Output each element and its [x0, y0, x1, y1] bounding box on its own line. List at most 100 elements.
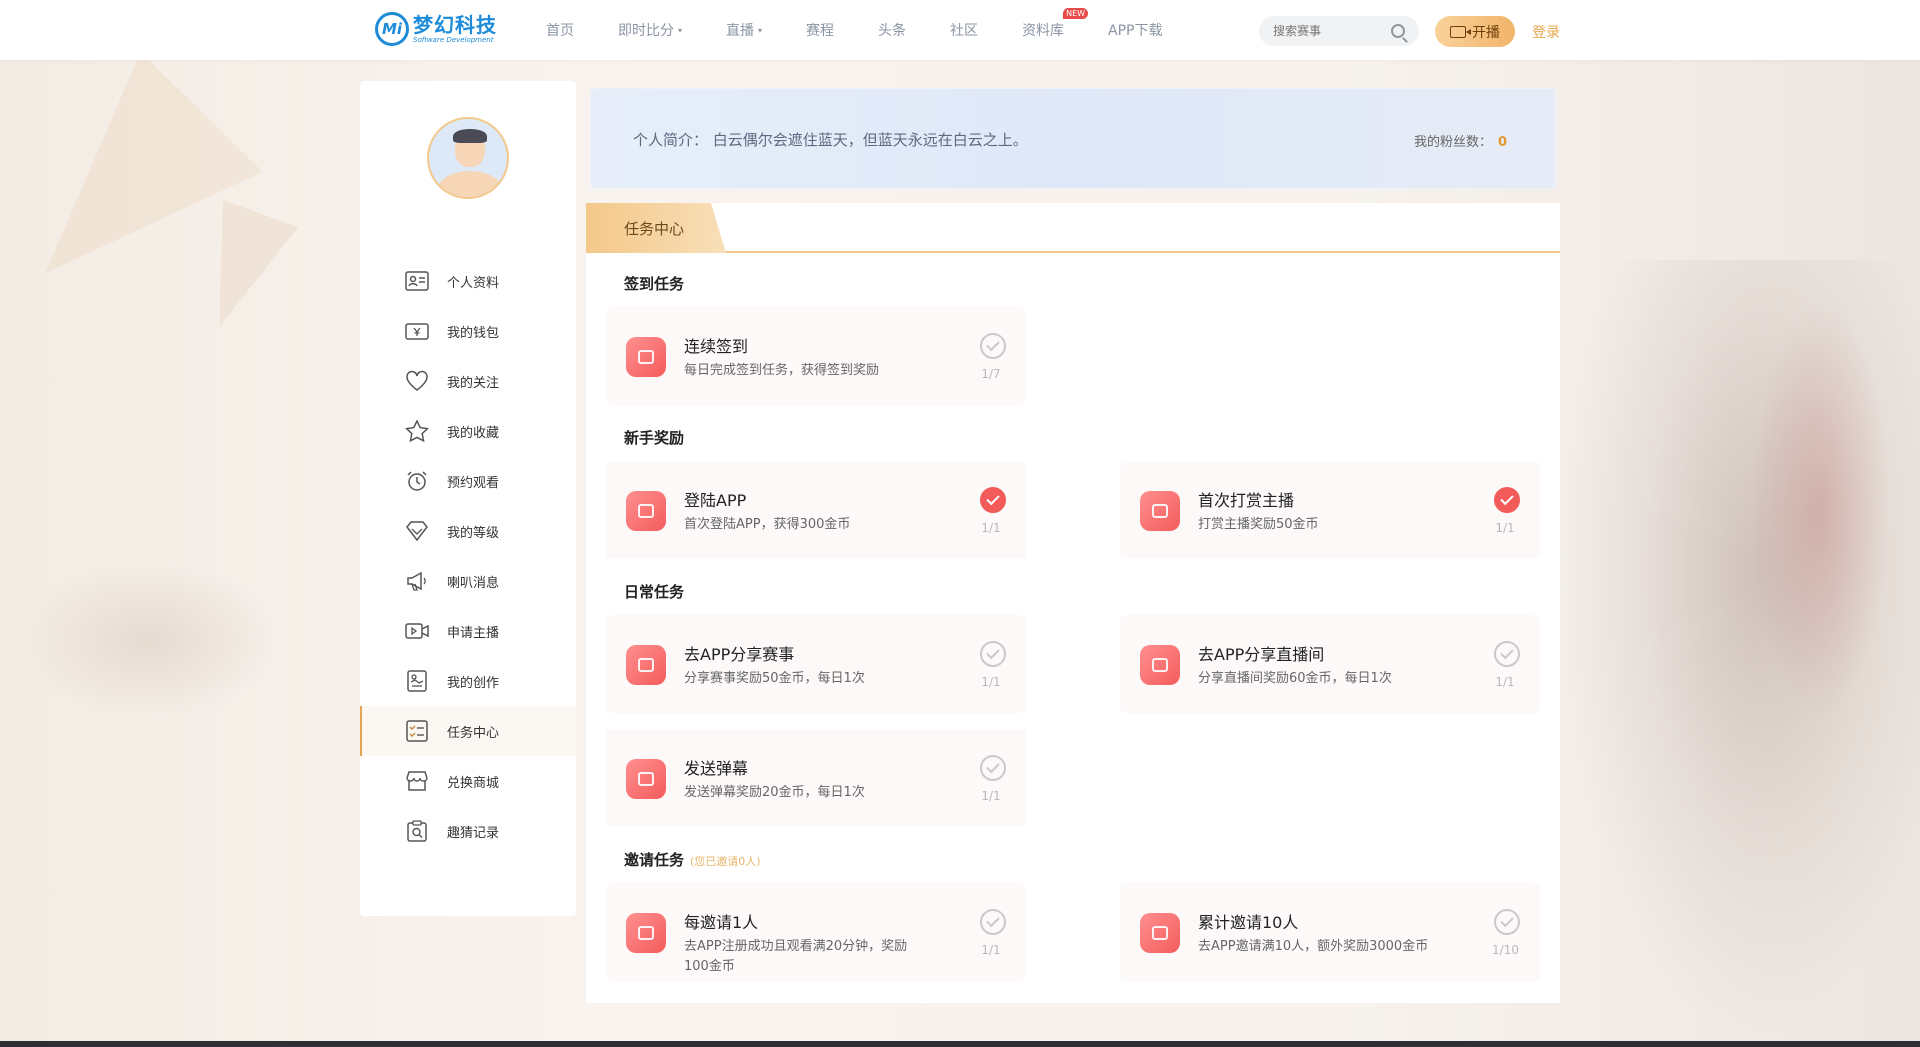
sidebar-item-label: 申请主播: [447, 625, 500, 641]
task-card-invite-ten[interactable]: 累计邀请10人 去APP邀请满10人，额外奖励3000金币 1/10: [1120, 883, 1540, 981]
nav-community[interactable]: 社区: [950, 20, 978, 40]
app-icon: [626, 491, 666, 531]
login-link[interactable]: 登录: [1532, 22, 1560, 42]
nav-schedule[interactable]: 赛程: [806, 20, 834, 40]
task-card-send-danmaku[interactable]: 发送弹幕 发送弹幕奖励20金币，每日1次 1/1: [606, 729, 1026, 827]
sidebar-item-reservations[interactable]: 预约观看: [360, 456, 576, 506]
megaphone-icon: [405, 570, 429, 592]
nav-database[interactable]: 资料库 NEW: [1022, 8, 1089, 40]
logo-text: 梦幻科技 Software Development: [413, 15, 497, 44]
sidebar-item-guess-records[interactable]: 趣猜记录: [360, 806, 576, 856]
section-title-newbie: 新手奖励: [624, 429, 685, 447]
user-sidebar: 个人资料 我的钱包 我的关注 我的收藏 预约观看 我的等级 喇叭消息 申请主播: [360, 81, 576, 916]
section-title-signin: 签到任务: [624, 275, 685, 293]
nav-label: 首页: [546, 23, 574, 39]
avatar-body: [437, 171, 503, 197]
task-name: 每邀请1人: [684, 913, 759, 932]
shop-icon: [405, 770, 429, 792]
check-circle-icon: [1494, 909, 1520, 935]
task-name: 发送弹幕: [684, 759, 749, 778]
logo-subtitle: Software Development: [413, 35, 494, 44]
sidebar-item-messages[interactable]: 喇叭消息: [360, 556, 576, 606]
chevron-down-icon: ▾: [758, 25, 763, 35]
task-progress: 1/1: [981, 789, 1001, 803]
document-icon: [405, 670, 429, 692]
task-progress: 1/10: [1492, 943, 1519, 957]
search-icon[interactable]: [1391, 24, 1405, 38]
task-card-share-match[interactable]: 去APP分享赛事 分享赛事奖励50金币，每日1次 1/1: [606, 615, 1026, 713]
task-card-invite-one[interactable]: 每邀请1人 去APP注册成功且观看满20分钟，奖励100金币 1/1: [606, 883, 1026, 981]
task-progress: 1/1: [981, 675, 1001, 689]
nav-app-download[interactable]: APP下载: [1108, 20, 1162, 40]
logo-mark-icon: Mi: [375, 12, 409, 46]
avatar[interactable]: [427, 117, 509, 199]
tab-task-center[interactable]: 任务中心: [586, 203, 726, 253]
task-card-login-app[interactable]: 登陆APP 首次登陆APP，获得300金币 1/1: [606, 461, 1026, 559]
gift-icon: [1140, 491, 1180, 531]
video-camera-icon: [1450, 25, 1471, 38]
profile-bio-banner: 个人简介： 白云偶尔会遮住蓝天，但蓝天永远在白云之上。 我的粉丝数： 0: [590, 88, 1556, 189]
sidebar-item-profile[interactable]: 个人资料: [360, 256, 576, 306]
sidebar-item-apply-host[interactable]: 申请主播: [360, 606, 576, 656]
invite-count-hint: (您已邀请0人): [690, 855, 761, 868]
start-live-label: 开播: [1472, 24, 1500, 41]
task-name: 首次打赏主播: [1198, 491, 1295, 510]
search-input[interactable]: [1273, 24, 1391, 38]
nav-headlines[interactable]: 头条: [878, 20, 906, 40]
sidebar-item-label: 我的等级: [447, 525, 500, 541]
user-card-icon: [1140, 913, 1180, 953]
section-title-label: 邀请任务: [624, 851, 685, 869]
check-circle-done-icon: [980, 487, 1006, 513]
task-progress: 1/7: [981, 367, 1001, 381]
sidebar-item-label: 兑换商城: [447, 775, 500, 791]
sidebar-item-favorites[interactable]: 我的收藏: [360, 406, 576, 456]
section-title-daily: 日常任务: [624, 583, 685, 601]
sidebar-item-creations[interactable]: 我的创作: [360, 656, 576, 706]
sidebar-item-task-center[interactable]: 任务中心: [360, 706, 576, 756]
task-name: 去APP分享直播间: [1198, 645, 1325, 664]
task-description: 分享直播间奖励60金币，每日1次: [1198, 671, 1392, 686]
nav-live[interactable]: 直播 ▾: [726, 20, 762, 40]
task-description: 分享赛事奖励50金币，每日1次: [684, 671, 865, 686]
sidebar-item-level[interactable]: 我的等级: [360, 506, 576, 556]
site-logo[interactable]: Mi 梦幻科技 Software Development: [375, 12, 497, 46]
nav-label: 直播: [726, 23, 755, 39]
heart-icon: [405, 370, 429, 392]
sidebar-item-follows[interactable]: 我的关注: [360, 356, 576, 406]
chevron-down-icon: ▾: [678, 25, 683, 35]
sidebar-item-label: 预约观看: [447, 475, 500, 491]
main-nav: 首页 即时比分 ▾ 直播 ▾ 赛程 头条 社区 资料库 NEW APP下载: [546, 0, 1207, 60]
calendar-icon: [626, 337, 666, 377]
start-live-button[interactable]: 开播: [1435, 16, 1515, 47]
paper-plane-icon: [626, 759, 666, 799]
task-description: 首次登陆APP，获得300金币: [684, 517, 851, 532]
check-circle-icon: [980, 333, 1006, 359]
checklist-icon: [405, 720, 429, 742]
nav-label: 赛程: [806, 23, 835, 39]
nav-home[interactable]: 首页: [546, 20, 574, 40]
task-description: 发送弹幕奖励20金币，每日1次: [684, 785, 865, 800]
wallet-icon: [405, 320, 429, 342]
star-icon: [405, 420, 429, 442]
envelope-icon: [626, 913, 666, 953]
nav-live-score[interactable]: 即时比分 ▾: [618, 20, 682, 40]
background-player-image: [20, 560, 280, 720]
nav-label: 资料库: [1022, 23, 1065, 39]
footer-bar: [0, 1041, 1920, 1047]
task-card-signin[interactable]: 连续签到 每日完成签到任务，获得签到奖励 1/7: [606, 307, 1026, 405]
sidebar-item-wallet[interactable]: 我的钱包: [360, 306, 576, 356]
check-circle-icon: [980, 641, 1006, 667]
task-description: 去APP邀请满10人，额外奖励3000金币: [1198, 939, 1429, 954]
task-name: 累计邀请10人: [1198, 913, 1299, 932]
task-progress: 1/1: [981, 943, 1001, 957]
sidebar-item-label: 我的钱包: [447, 325, 500, 341]
task-card-share-live[interactable]: 去APP分享直播间 分享直播间奖励60金币，每日1次 1/1: [1120, 615, 1540, 713]
sidebar-item-shop[interactable]: 兑换商城: [360, 756, 576, 806]
fans-count: 我的粉丝数： 0: [1414, 131, 1507, 150]
sidebar-item-label: 我的关注: [447, 375, 500, 391]
task-card-first-tip[interactable]: 首次打赏主播 打赏主播奖励50金币 1/1: [1120, 461, 1540, 559]
nav-label: 头条: [878, 23, 907, 39]
top-navigation-bar: Mi 梦幻科技 Software Development 首页 即时比分 ▾ 直播…: [0, 0, 1920, 60]
profile-bio: 个人简介： 白云偶尔会遮住蓝天，但蓝天永远在白云之上。: [633, 131, 1028, 149]
background-player-image: [1560, 260, 1920, 1040]
